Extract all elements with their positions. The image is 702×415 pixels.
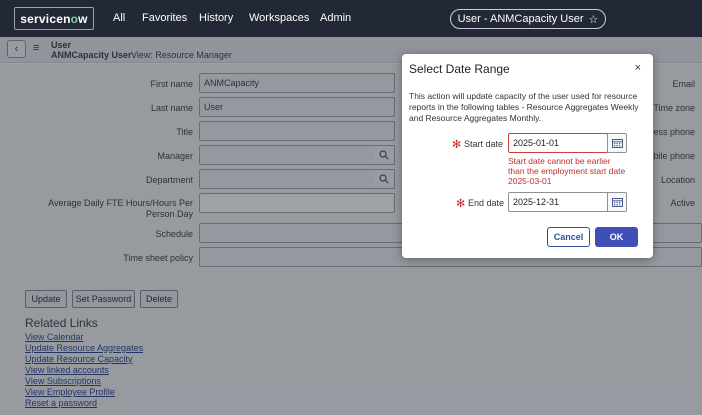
calendar-icon [611,198,623,207]
required-indicator: ✻ [456,198,466,210]
calendar-icon [611,139,623,148]
start-date-calendar-button[interactable] [607,133,627,153]
servicenow-logo[interactable]: servicen o w [14,7,94,30]
end-date-calendar-button[interactable] [607,192,627,212]
end-date-input[interactable]: 2025-12-31 [508,192,608,212]
star-icon[interactable]: ☆ [589,13,599,26]
nav-history[interactable]: History [199,12,233,24]
start-date-error: Start date cannot be earlier than the em… [508,156,626,186]
select-date-range-dialog: Select Date Range × This action will upd… [402,54,653,258]
end-date-label: End date [468,198,505,208]
start-date-input[interactable]: 2025-01-01 [508,133,608,153]
top-nav: servicen o w All Favorites History Workspa… [0,0,702,37]
nav-workspaces[interactable]: Workspaces [249,12,309,24]
record-context-pill[interactable]: User - ANMCapacity User ☆ [450,9,606,29]
nav-favorites[interactable]: Favorites [142,12,187,24]
record-pill-label: User - ANMCapacity User [457,13,584,25]
ok-button[interactable]: OK [595,227,638,247]
required-indicator: ✻ [452,139,462,151]
cancel-button[interactable]: Cancel [547,227,590,247]
start-date-label: Start date [464,139,504,149]
close-icon[interactable]: × [635,62,641,74]
dialog-description: This action will update capacity of the … [409,91,639,123]
nav-admin[interactable]: Admin [320,12,351,24]
nav-all[interactable]: All [113,12,125,24]
dialog-title: Select Date Range [409,62,510,76]
